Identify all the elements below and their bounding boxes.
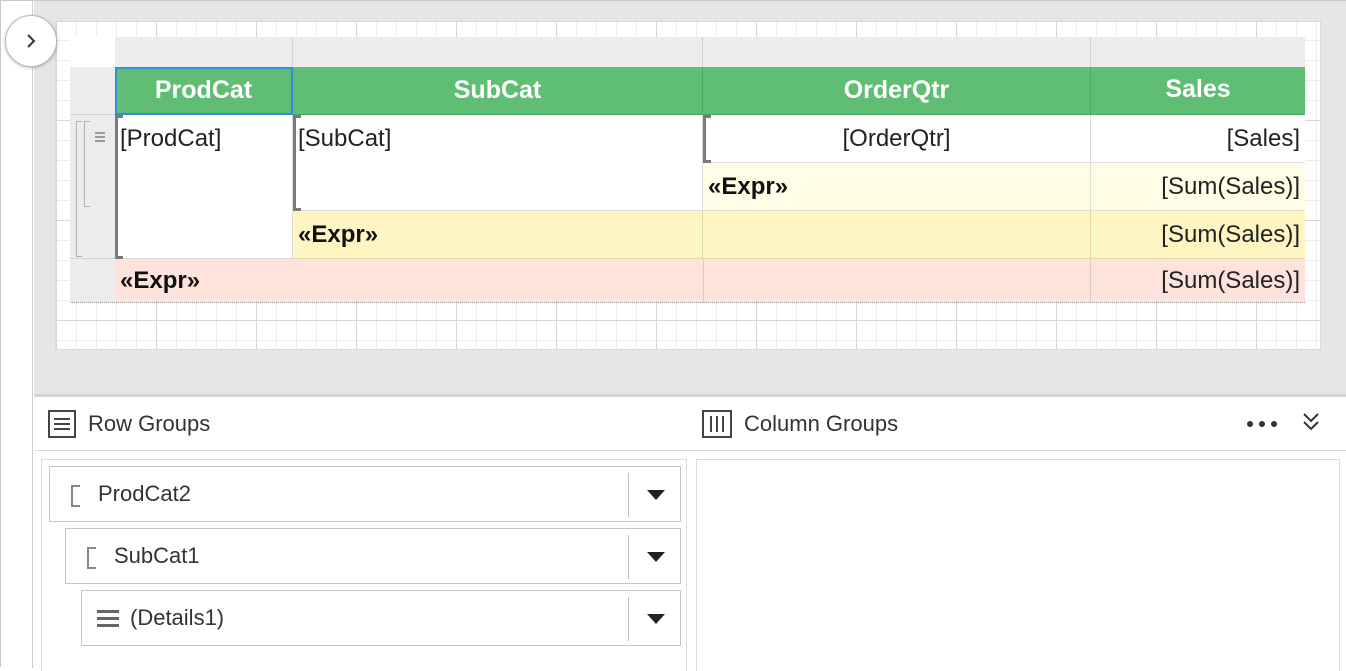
more-options-button[interactable] bbox=[1242, 409, 1282, 439]
separator bbox=[628, 473, 629, 517]
subtotal-subcat-sum-cell[interactable]: [Sum(Sales)] bbox=[1091, 211, 1305, 259]
row-groups-title: Row Groups bbox=[88, 411, 211, 436]
tablix-bottom-border bbox=[70, 302, 1305, 303]
row-group-dropdown-button[interactable] bbox=[631, 591, 681, 647]
column-groups-header: Column Groups bbox=[702, 397, 898, 451]
orderqtr-group-bracket bbox=[703, 115, 711, 163]
row-group-item-details1[interactable]: (Details1) bbox=[81, 590, 681, 646]
details-lines-icon bbox=[97, 610, 119, 627]
row-group-label: (Details1) bbox=[130, 605, 225, 630]
subtotal-orderqtr-sum-cell[interactable]: [Sum(Sales)] bbox=[1091, 163, 1305, 211]
double-chevron-down-icon bbox=[1303, 413, 1319, 431]
subtotal-subcat-expr-text: «Expr» bbox=[298, 221, 379, 248]
detail-cell-prodcat[interactable]: [ProdCat] bbox=[115, 115, 293, 259]
detail-cell-orderqtr[interactable]: [OrderQtr] bbox=[703, 115, 1091, 163]
grouping-pane-header: Row Groups Column Groups bbox=[34, 397, 1346, 451]
group-outer-bracket bbox=[76, 121, 82, 257]
separator bbox=[628, 535, 629, 579]
subtotal-subcat-empty-cell[interactable] bbox=[703, 211, 1091, 259]
column-groups-icon bbox=[702, 410, 732, 438]
header-orderqtr-text: OrderQtr bbox=[843, 76, 950, 104]
detail-sales-text: [Sales] bbox=[1226, 125, 1300, 152]
separator bbox=[628, 597, 629, 641]
prodcat-group-bracket bbox=[115, 115, 123, 259]
group-bracket-icon bbox=[87, 547, 96, 569]
header-cell-orderqtr[interactable]: OrderQtr bbox=[703, 67, 1091, 115]
total-expr-cell[interactable]: «Expr» bbox=[115, 259, 703, 303]
column-handle-prodcat[interactable] bbox=[115, 37, 293, 67]
row-group-label: ProdCat2 bbox=[98, 481, 191, 506]
group-bracket-icon bbox=[71, 485, 80, 507]
row-groups-header: Row Groups bbox=[48, 397, 210, 451]
row-group-dropdown-button[interactable] bbox=[631, 529, 681, 585]
subtotal-orderqtr-expr-text: «Expr» bbox=[708, 173, 789, 200]
detail-prodcat-text: [ProdCat] bbox=[120, 125, 222, 152]
caret-down-icon bbox=[647, 552, 665, 562]
detail-cell-sales[interactable]: [Sales] bbox=[1091, 115, 1305, 163]
caret-down-icon bbox=[647, 614, 665, 624]
group-inner-bracket bbox=[84, 121, 90, 207]
chevron-right-icon bbox=[27, 34, 36, 48]
row-handle-header[interactable] bbox=[70, 67, 115, 115]
grouping-pane: Row Groups Column Groups ProdCat2 SubCat… bbox=[34, 394, 1346, 671]
more-horizontal-icon bbox=[1247, 421, 1277, 427]
row-handle-total[interactable] bbox=[70, 259, 115, 303]
row-handle-detail-group[interactable] bbox=[70, 115, 115, 259]
subtotal-subcat-expr-cell[interactable]: «Expr» bbox=[293, 211, 703, 259]
expand-panel-button[interactable] bbox=[5, 15, 57, 67]
header-prodcat-text: ProdCat bbox=[154, 76, 253, 104]
detail-orderqtr-text: [OrderQtr] bbox=[842, 125, 951, 152]
header-cell-prodcat[interactable]: ProdCat bbox=[115, 67, 293, 115]
column-handle-orderqtr[interactable] bbox=[703, 37, 1091, 67]
collapse-pane-button[interactable] bbox=[1296, 407, 1326, 437]
details-lines-icon bbox=[95, 132, 105, 142]
left-strip bbox=[1, 1, 33, 668]
subtotal-orderqtr-expr-cell[interactable]: «Expr» bbox=[703, 163, 1091, 211]
caret-down-icon bbox=[647, 490, 665, 500]
header-cell-sales[interactable]: Sales bbox=[1091, 67, 1305, 115]
design-area: ProdCat SubCat OrderQtr Sales [ProdCat] … bbox=[34, 1, 1346, 394]
header-subcat-text: SubCat bbox=[453, 76, 542, 104]
row-group-dropdown-button[interactable] bbox=[631, 467, 681, 523]
corner-handle bbox=[70, 37, 115, 67]
column-handle-sales[interactable] bbox=[1091, 37, 1305, 67]
subtotal-orderqtr-sum-text: [Sum(Sales)] bbox=[1161, 173, 1300, 200]
column-handle-subcat[interactable] bbox=[293, 37, 703, 67]
header-sales-text: Sales bbox=[1165, 75, 1231, 103]
total-sum-cell[interactable]: [Sum(Sales)] bbox=[1091, 259, 1305, 303]
subcat-group-bracket bbox=[293, 115, 301, 211]
column-groups-title: Column Groups bbox=[744, 411, 899, 436]
header-cell-subcat[interactable]: SubCat bbox=[293, 67, 703, 115]
total-expr-text: «Expr» bbox=[120, 267, 201, 294]
row-groups-icon bbox=[48, 410, 76, 438]
row-group-item-prodcat2[interactable]: ProdCat2 bbox=[49, 466, 681, 522]
detail-cell-subcat[interactable]: [SubCat] bbox=[293, 115, 703, 211]
total-sum-text: [Sum(Sales)] bbox=[1161, 267, 1300, 294]
subtotal-subcat-sum-text: [Sum(Sales)] bbox=[1161, 221, 1300, 248]
row-groups-list: ProdCat2 SubCat1 (Details1) bbox=[41, 459, 687, 671]
row-group-item-subcat1[interactable]: SubCat1 bbox=[65, 528, 681, 584]
column-groups-list bbox=[696, 459, 1340, 671]
detail-subcat-text: [SubCat] bbox=[298, 125, 392, 152]
total-empty-cell[interactable] bbox=[703, 259, 1091, 303]
report-canvas[interactable]: ProdCat SubCat OrderQtr Sales [ProdCat] … bbox=[55, 21, 1321, 350]
row-group-label: SubCat1 bbox=[114, 543, 200, 568]
